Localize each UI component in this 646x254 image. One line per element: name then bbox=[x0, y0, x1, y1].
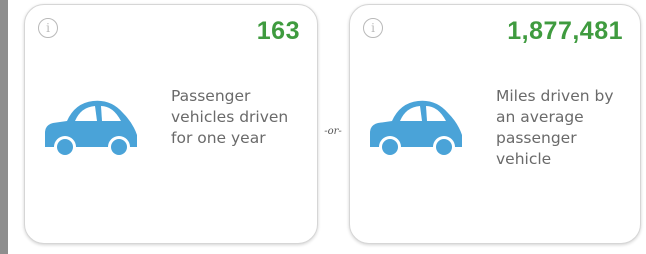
equivalency-value: 163 bbox=[256, 17, 300, 45]
equivalency-value: 1,877,481 bbox=[507, 17, 623, 45]
equivalency-description: Passenger vehicles driven for one year bbox=[171, 87, 289, 147]
car-icon bbox=[45, 100, 137, 158]
car-icon bbox=[370, 100, 462, 158]
or-separator: -or- bbox=[324, 126, 342, 137]
info-icon[interactable]: i bbox=[363, 18, 383, 38]
equivalency-description: Miles driven by an average passenger veh… bbox=[496, 87, 614, 168]
equivalency-card-miles: i 1,877,481 Miles driven by an average p… bbox=[349, 4, 641, 244]
equivalencies-panel: i 163 Passenger vehicles driven for one … bbox=[0, 0, 646, 254]
info-icon[interactable]: i bbox=[38, 18, 58, 38]
equivalency-card-vehicles: i 163 Passenger vehicles driven for one … bbox=[24, 4, 318, 244]
left-border bbox=[0, 0, 8, 254]
